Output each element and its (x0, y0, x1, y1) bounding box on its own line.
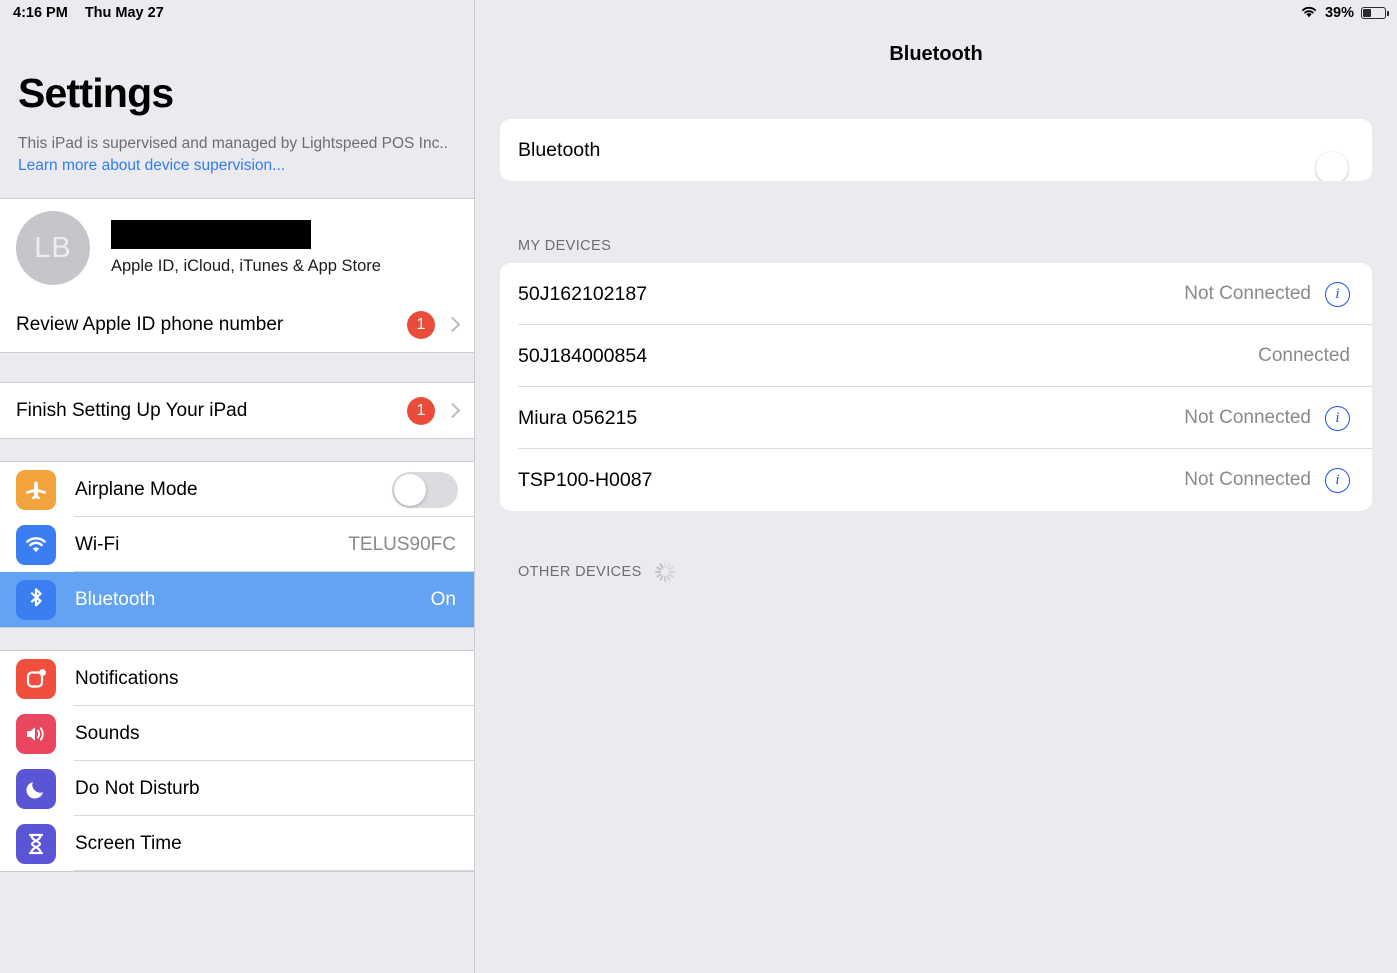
sidebar-divider-2 (0, 439, 474, 461)
hourglass-icon (16, 823, 56, 864)
airplane-mode-toggle[interactable] (392, 471, 458, 508)
battery-icon (1361, 7, 1389, 19)
bluetooth-icon (16, 579, 56, 620)
settings-header: Settings This iPad is supervised and man… (0, 0, 474, 177)
device-status: Connected (1258, 345, 1350, 366)
supervision-notice: This iPad is supervised and managed by L… (18, 133, 456, 177)
device-status: Not Connected (1184, 469, 1311, 490)
sidebar-item-finish-setup[interactable]: Finish Setting Up Your iPad 1 (0, 383, 474, 438)
device-info-icon[interactable]: i (1325, 405, 1350, 431)
wifi-icon (1300, 5, 1318, 22)
chevron-right-icon (444, 402, 461, 419)
other-devices-label: OTHER DEVICES (518, 564, 642, 580)
sidebar-item-airplane-mode[interactable]: Airplane Mode (0, 462, 474, 517)
bluetooth-detail-pane: Bluetooth Bluetooth MY DEVICES 50J162102… (475, 0, 1397, 973)
ipad-settings-screen: 4:16 PM Thu May 27 39% Settings This iPa… (0, 0, 1397, 973)
status-badge: 1 (407, 396, 435, 425)
device-name: 50J162102187 (518, 282, 648, 305)
notifications-label: Notifications (75, 667, 179, 689)
my-devices-header: MY DEVICES (475, 181, 1397, 263)
sidebar-item-screen-time[interactable]: Screen Time (0, 816, 474, 871)
sidebar-item-do-not-disturb[interactable]: Do Not Disturb (0, 761, 474, 816)
sounds-label: Sounds (75, 722, 140, 744)
sidebar-divider-3 (0, 628, 474, 650)
device-row[interactable]: 50J184000854 Connected (500, 325, 1372, 387)
bluetooth-state-value: On (430, 588, 456, 610)
settings-sidebar: Settings This iPad is supervised and man… (0, 0, 475, 973)
account-group: LB Apple ID, iCloud, iTunes & App Store … (0, 198, 474, 353)
avatar: LB (16, 211, 90, 285)
status-bar-left: 4:16 PM Thu May 27 (0, 5, 164, 21)
airplane-icon (16, 469, 56, 510)
bluetooth-toggle-card: Bluetooth (500, 119, 1372, 181)
finish-setup-label: Finish Setting Up Your iPad (16, 399, 248, 421)
moon-icon (16, 768, 56, 809)
device-status: Not Connected (1184, 283, 1311, 304)
wifi-label: Wi-Fi (75, 533, 120, 555)
loading-spinner-icon (654, 561, 676, 583)
finish-setup-group: Finish Setting Up Your iPad 1 (0, 382, 474, 439)
status-bar-right: 39% (1300, 5, 1397, 22)
apple-account-row[interactable]: LB Apple ID, iCloud, iTunes & App Store (0, 199, 474, 297)
screen-time-label: Screen Time (75, 832, 182, 854)
status-bar-date: Thu May 27 (84, 5, 164, 21)
device-name: TSP100-H0087 (518, 468, 653, 491)
account-text: Apple ID, iCloud, iTunes & App Store (111, 220, 381, 276)
device-info-icon[interactable]: i (1325, 467, 1350, 493)
sidebar-item-review-apple-id[interactable]: Review Apple ID phone number 1 (0, 297, 474, 352)
connectivity-group: Airplane Mode Wi-Fi TELUS90FC Bluetooth … (0, 461, 474, 628)
notifications-icon (16, 658, 56, 699)
bluetooth-toggle-row[interactable]: Bluetooth (500, 119, 1372, 181)
do-not-disturb-label: Do Not Disturb (75, 777, 200, 799)
other-devices-header: OTHER DEVICES (475, 511, 1397, 592)
sidebar-item-sounds[interactable]: Sounds (0, 706, 474, 761)
status-bar-time: 4:16 PM (13, 5, 68, 21)
airplane-mode-label: Airplane Mode (75, 478, 198, 500)
review-apple-id-accessory: 1 (407, 310, 474, 339)
wifi-icon (16, 524, 56, 565)
device-row[interactable]: 50J162102187 Not Connected i (500, 263, 1372, 325)
device-row[interactable]: TSP100-H0087 Not Connected i (500, 449, 1372, 511)
device-info-icon[interactable]: i (1325, 281, 1350, 307)
bluetooth-toggle-label: Bluetooth (518, 138, 601, 161)
status-bar: 4:16 PM Thu May 27 39% (0, 0, 1397, 26)
sidebar-divider-1 (0, 353, 474, 382)
supervision-learn-more-link[interactable]: Learn more about device supervision... (18, 157, 285, 174)
redacted-account-name (111, 220, 311, 249)
notifications-group: Notifications Sounds Do Not Disturb Scre… (0, 650, 474, 872)
sidebar-item-wifi[interactable]: Wi-Fi TELUS90FC (0, 517, 474, 572)
sounds-icon (16, 713, 56, 754)
status-badge: 1 (407, 310, 435, 339)
chevron-right-icon (444, 316, 461, 333)
device-status: Not Connected (1184, 407, 1311, 428)
sidebar-item-notifications[interactable]: Notifications (0, 651, 474, 706)
my-devices-card: 50J162102187 Not Connected i 50J18400085… (500, 263, 1372, 511)
battery-percent-label: 39% (1324, 5, 1354, 21)
account-subtitle: Apple ID, iCloud, iTunes & App Store (111, 257, 381, 275)
sidebar-item-bluetooth[interactable]: Bluetooth On (0, 572, 474, 627)
supervision-text: This iPad is supervised and managed by L… (18, 135, 448, 152)
device-row[interactable]: Miura 056215 Not Connected i (500, 387, 1372, 449)
airplane-mode-accessory (392, 471, 474, 508)
device-name: 50J184000854 (518, 344, 648, 367)
review-apple-id-label: Review Apple ID phone number (16, 313, 284, 335)
my-devices-label: MY DEVICES (518, 238, 612, 254)
device-name: Miura 056215 (518, 406, 638, 429)
wifi-network-value: TELUS90FC (348, 533, 456, 555)
page-title: Settings (18, 70, 174, 116)
bluetooth-label: Bluetooth (75, 588, 156, 610)
finish-setup-accessory: 1 (407, 396, 474, 425)
